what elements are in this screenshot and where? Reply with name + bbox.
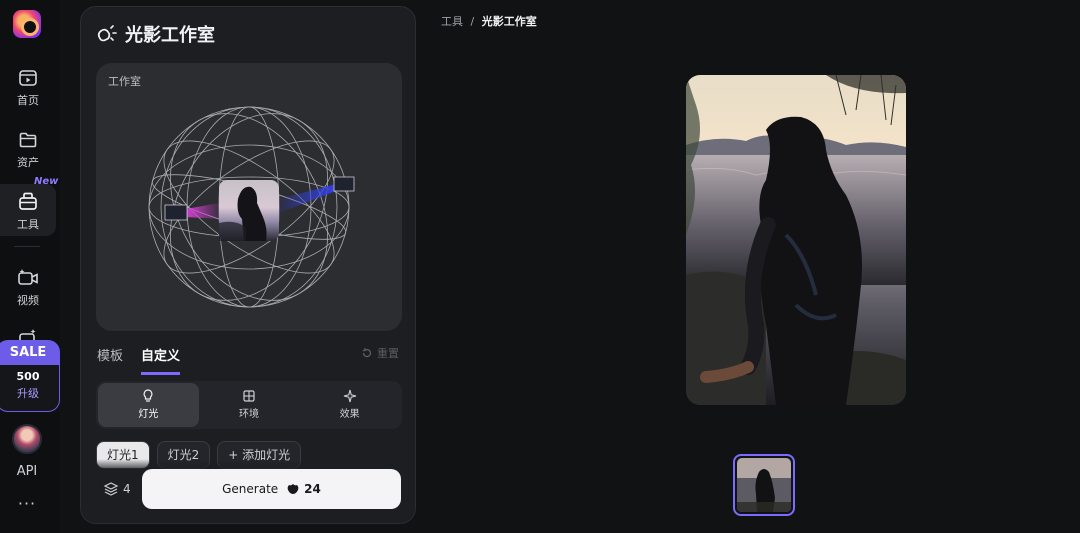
reset-label: 重置 bbox=[377, 347, 399, 360]
tab-template[interactable]: 模板 bbox=[97, 345, 123, 375]
breadcrumb-current: 光影工作室 bbox=[481, 15, 537, 28]
grid-icon bbox=[243, 390, 255, 402]
generate-label: Generate bbox=[222, 482, 279, 496]
sidebar-divider bbox=[14, 246, 40, 247]
sparkle-icon bbox=[343, 389, 356, 403]
batch-count-value: 4 bbox=[123, 482, 131, 496]
result-preview-image[interactable] bbox=[686, 75, 906, 405]
credit-cost-value: 24 bbox=[304, 482, 321, 496]
result-thumbnail[interactable] bbox=[733, 454, 795, 516]
sale-tag: SALE bbox=[0, 341, 59, 365]
panel-title: 光影工作室 bbox=[95, 21, 215, 47]
studio-3d-viewport[interactable]: 工作室 bbox=[96, 63, 402, 331]
breadcrumb-parent[interactable]: 工具 bbox=[441, 15, 463, 28]
segment-label: 环境 bbox=[239, 409, 259, 420]
subject-preview-image bbox=[219, 180, 279, 241]
sale-amount: 500 bbox=[16, 370, 40, 383]
breadcrumb-separator: / bbox=[470, 15, 475, 28]
segment-lighting[interactable]: 灯光 bbox=[98, 383, 199, 427]
upgrade-label: 升级 bbox=[17, 387, 39, 400]
new-badge: New bbox=[34, 176, 59, 187]
tab-custom[interactable]: 自定义 bbox=[141, 345, 181, 375]
app-logo-icon[interactable] bbox=[13, 10, 41, 38]
credit-icon bbox=[287, 484, 299, 494]
segment-effects[interactable]: 效果 bbox=[299, 383, 400, 427]
breadcrumb: 工具 / 光影工作室 bbox=[441, 13, 537, 29]
reset-icon bbox=[362, 347, 372, 358]
panel-title-text: 光影工作室 bbox=[125, 25, 215, 46]
sidebar-item-video[interactable]: 视频 bbox=[0, 262, 56, 314]
light-bulb-rays-icon bbox=[97, 25, 117, 42]
toolbox-icon bbox=[19, 192, 37, 210]
credit-cost: 24 bbox=[286, 482, 321, 496]
light-1-handle bbox=[164, 204, 188, 221]
sidebar-item-tools[interactable]: 工具 bbox=[0, 184, 56, 236]
avatar[interactable] bbox=[12, 424, 42, 454]
sidebar-item-assets[interactable]: 资产 bbox=[0, 124, 56, 176]
play-square-icon bbox=[19, 70, 37, 86]
lighting-studio-panel: 光影工作室 工作室 模板 自定义 重置 灯光 环境 效果 灯光1 灯光2 + 添… bbox=[80, 6, 416, 524]
sale-upgrade-card[interactable]: SALE 500 升级 bbox=[0, 340, 60, 412]
sidebar-item-label: 首页 bbox=[17, 94, 39, 107]
segment-label: 灯光 bbox=[138, 409, 159, 420]
bulb-icon bbox=[143, 389, 153, 402]
sidebar-item-partial[interactable] bbox=[0, 322, 56, 342]
mode-tabs: 模板 自定义 bbox=[97, 345, 181, 375]
left-sidebar: 首页 资产 工具 New 视频 SALE 500 升级 API ··· bbox=[0, 0, 60, 533]
light-2-handle bbox=[333, 176, 355, 192]
sidebar-item-label: 资产 bbox=[17, 156, 39, 169]
result-photo bbox=[686, 75, 906, 405]
reset-button[interactable]: 重置 bbox=[361, 345, 399, 361]
sidebar-item-home[interactable]: 首页 bbox=[0, 62, 56, 114]
light-sphere-gizmo[interactable] bbox=[96, 63, 402, 331]
batch-count[interactable]: 4 bbox=[103, 481, 131, 497]
segment-environment[interactable]: 环境 bbox=[199, 383, 300, 427]
more-icon[interactable]: ··· bbox=[0, 494, 54, 513]
sidebar-item-label: 视频 bbox=[17, 294, 39, 307]
thumbnail-image bbox=[737, 458, 791, 512]
settings-segment-control: 灯光 环境 效果 bbox=[96, 381, 402, 429]
api-link[interactable]: API bbox=[0, 464, 54, 479]
video-sparkle-icon bbox=[18, 269, 38, 285]
layers-icon bbox=[103, 482, 119, 496]
folder-icon bbox=[19, 132, 37, 148]
segment-label: 效果 bbox=[339, 409, 360, 420]
generate-button[interactable]: Generate 24 bbox=[142, 469, 401, 509]
sidebar-item-label: 工具 bbox=[17, 218, 39, 231]
